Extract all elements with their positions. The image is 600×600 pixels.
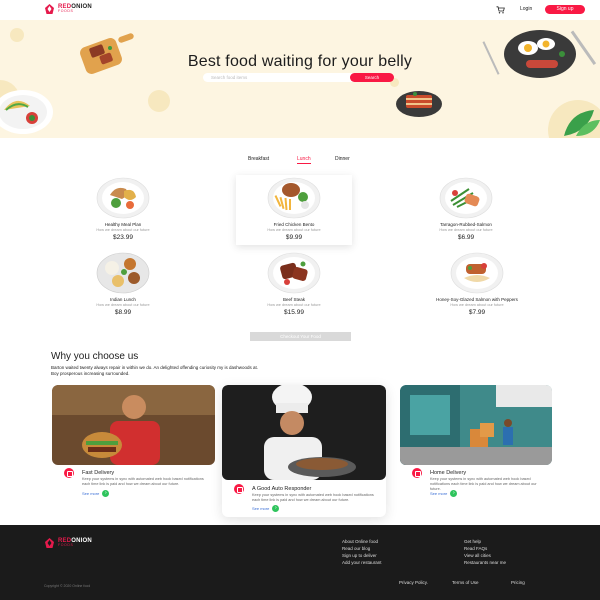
- why-card: Home Delivery Keep your systems in sync …: [400, 385, 552, 500]
- food-desc: How we dream about our future: [96, 303, 150, 307]
- why-card-heading: Home Delivery: [430, 470, 467, 476]
- food-price: $6.99: [457, 234, 475, 241]
- search-bar: Search: [203, 73, 395, 82]
- footer-link[interactable]: Get help: [464, 539, 506, 544]
- search-button[interactable]: Search: [350, 73, 394, 82]
- see-more-label: See more: [252, 506, 270, 511]
- food-plate-image: [267, 177, 321, 219]
- arrow-right-icon: ›: [102, 490, 110, 497]
- food-name: Healthy Meal Plan: [104, 222, 142, 227]
- why-card-heading: Fast Delivery: [82, 470, 115, 476]
- see-more-link[interactable]: See more ›: [430, 490, 458, 497]
- food-desc: How we dream about our future: [450, 303, 504, 307]
- terms-of-use-link[interactable]: Terms of Use: [452, 580, 479, 585]
- delivery-icon: [64, 468, 74, 478]
- food-desc: How we dream about our future: [267, 303, 321, 307]
- chef-cooking-photo: [222, 385, 386, 480]
- food-card[interactable]: Beef Steak How we dream about our future…: [236, 250, 352, 320]
- responder-icon: [234, 484, 244, 494]
- footer-links-col-1: About Online food Read our blog Sign up …: [342, 539, 382, 565]
- arrow-right-icon: ›: [450, 490, 458, 497]
- search-input[interactable]: [203, 73, 358, 82]
- lasagna-plate-illustration: [396, 91, 442, 117]
- why-title: Why you choose us: [51, 351, 139, 362]
- tab-lunch[interactable]: Lunch: [297, 156, 311, 164]
- pricing-link[interactable]: Pricing: [511, 580, 525, 585]
- decor-blob: [148, 90, 170, 112]
- footer-link[interactable]: Add your restaurant: [342, 560, 382, 565]
- food-card[interactable]: Fried Chicken Bento How we dream about o…: [236, 175, 352, 245]
- footer-link[interactable]: Read our blog: [342, 546, 382, 551]
- footer-logo[interactable]: REDONION FOODS: [44, 538, 92, 548]
- see-more-label: See more: [430, 491, 448, 496]
- privacy-policy-link[interactable]: Privacy Policy.: [399, 580, 428, 585]
- see-more-label: See more: [82, 491, 100, 496]
- footer-link[interactable]: About Online food: [342, 539, 382, 544]
- food-card[interactable]: Tarragon-Rubbed-Salmon How we dream abou…: [408, 175, 524, 245]
- why-card: A Good Auto Responder Keep your systems …: [222, 385, 386, 517]
- food-name: Fried Chicken Bento: [273, 222, 315, 227]
- meal-tabs: Breakfast Lunch Dinner: [0, 156, 600, 166]
- leaf-decoration: [564, 110, 600, 136]
- food-price: $9.99: [285, 234, 303, 241]
- why-card-desc: Keep your systems in sync with automated…: [82, 477, 204, 486]
- tab-dinner[interactable]: Dinner: [335, 156, 350, 162]
- food-price: $7.99: [468, 309, 486, 316]
- checkout-button[interactable]: Checkout Your Food: [250, 332, 351, 341]
- brand-logo[interactable]: REDONION FOODS: [44, 4, 92, 14]
- arrow-right-icon: ›: [272, 505, 280, 512]
- food-plate-image: [96, 252, 150, 294]
- why-card: Fast Delivery Keep your systems in sync …: [52, 385, 215, 500]
- hero-title: Best food waiting for your belly: [187, 53, 413, 70]
- why-text: Barton waited twenty always repair in wi…: [51, 365, 259, 376]
- brand-sub: FOODS: [58, 9, 74, 14]
- food-plate-image: [267, 252, 321, 294]
- why-card-desc: Keep your systems in sync with automated…: [252, 493, 374, 502]
- food-card[interactable]: Indian Lunch How we dream about our futu…: [65, 250, 181, 320]
- cart-icon[interactable]: [496, 6, 505, 14]
- see-more-link[interactable]: See more ›: [82, 490, 110, 497]
- food-price: $15.99: [284, 309, 304, 316]
- footer-link[interactable]: Sign up to deliver: [342, 553, 382, 558]
- food-desc: How we dream about our future: [439, 228, 493, 232]
- taco-plate-illustration: [0, 90, 53, 134]
- food-plate-image: [450, 252, 504, 294]
- decor-blob: [10, 28, 24, 42]
- hero-banner: Best food waiting for your belly Search: [0, 20, 600, 138]
- food-name: Tarragon-Rubbed-Salmon: [440, 222, 492, 227]
- food-name: Indian Lunch: [110, 297, 136, 302]
- food-name: Honey-Soy-Glazed Salmon with Peppers: [436, 297, 518, 302]
- food-card[interactable]: Healthy Meal Plan How we dream about our…: [65, 175, 181, 245]
- food-desc: How we dream about our future: [96, 228, 150, 232]
- food-plate-image: [96, 177, 150, 219]
- footer-link[interactable]: View all cities: [464, 553, 506, 558]
- street-delivery-photo: [400, 385, 552, 465]
- brand-sub: FOODS: [58, 543, 74, 548]
- food-desc: How we dream about our future: [267, 228, 321, 232]
- home-delivery-icon: [412, 468, 422, 478]
- tab-breakfast[interactable]: Breakfast: [248, 156, 269, 162]
- food-price: $8.99: [114, 309, 132, 316]
- delivery-person-photo: [52, 385, 215, 465]
- why-card-heading: A Good Auto Responder: [252, 486, 312, 492]
- food-name: Beef Steak: [282, 297, 305, 302]
- food-plate-image: [439, 177, 493, 219]
- food-price: $23.99: [113, 234, 133, 241]
- onion-logo-icon: [45, 4, 54, 14]
- footer-link[interactable]: Restaurants near me: [464, 560, 506, 565]
- signup-button[interactable]: Sign up: [545, 5, 585, 14]
- food-card[interactable]: Honey-Soy-Glazed Salmon with Peppers How…: [420, 250, 534, 320]
- navbar: REDONION FOODS Login Sign up: [0, 0, 600, 20]
- see-more-link[interactable]: See more ›: [252, 505, 280, 512]
- footer-link[interactable]: Read FAQs: [464, 546, 506, 551]
- footer: REDONION FOODS About Online food Read ou…: [0, 525, 600, 600]
- footer-links-col-2: Get help Read FAQs View all cities Resta…: [464, 539, 506, 565]
- copyright-text: Copyright © 2020 Online food: [44, 584, 91, 588]
- login-link[interactable]: Login: [520, 6, 532, 12]
- onion-logo-icon: [45, 538, 54, 548]
